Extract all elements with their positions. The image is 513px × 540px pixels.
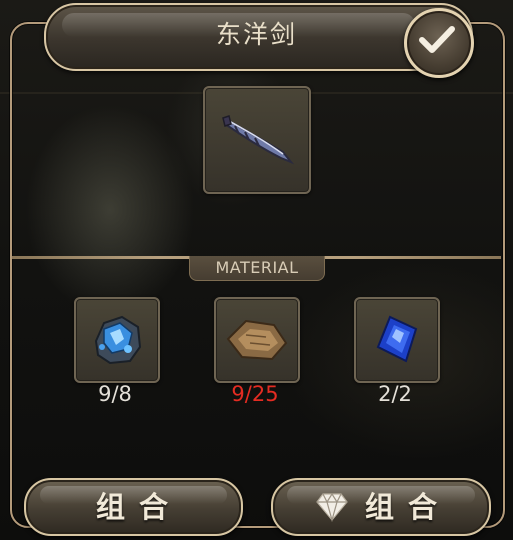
gem-combine-button-label: 组合 bbox=[365, 490, 452, 524]
blue-crystal-ore-icon bbox=[94, 315, 142, 365]
material-slot-1[interactable] bbox=[74, 297, 160, 383]
diamond-icon bbox=[316, 492, 348, 522]
combine-button-label: 组合 bbox=[96, 490, 183, 524]
leather-scrap-icon bbox=[226, 319, 288, 361]
gem-combine-button[interactable]: 组合 bbox=[271, 478, 491, 536]
confirm-button[interactable] bbox=[404, 8, 474, 78]
material-label: MATERIAL bbox=[189, 256, 325, 281]
material-count-1: 9/8 bbox=[98, 382, 132, 406]
material-count-3: 2/2 bbox=[378, 382, 412, 406]
crafted-item-slot[interactable] bbox=[203, 86, 311, 194]
material-slot-3[interactable] bbox=[354, 297, 440, 383]
checkmark-icon bbox=[419, 26, 455, 53]
combine-button[interactable]: 组合 bbox=[24, 478, 243, 536]
material-slot-2[interactable] bbox=[214, 297, 300, 383]
sapphire-gem-icon bbox=[376, 315, 418, 363]
material-count-2: 9/25 bbox=[231, 382, 279, 406]
katana-sword-icon bbox=[222, 115, 295, 165]
